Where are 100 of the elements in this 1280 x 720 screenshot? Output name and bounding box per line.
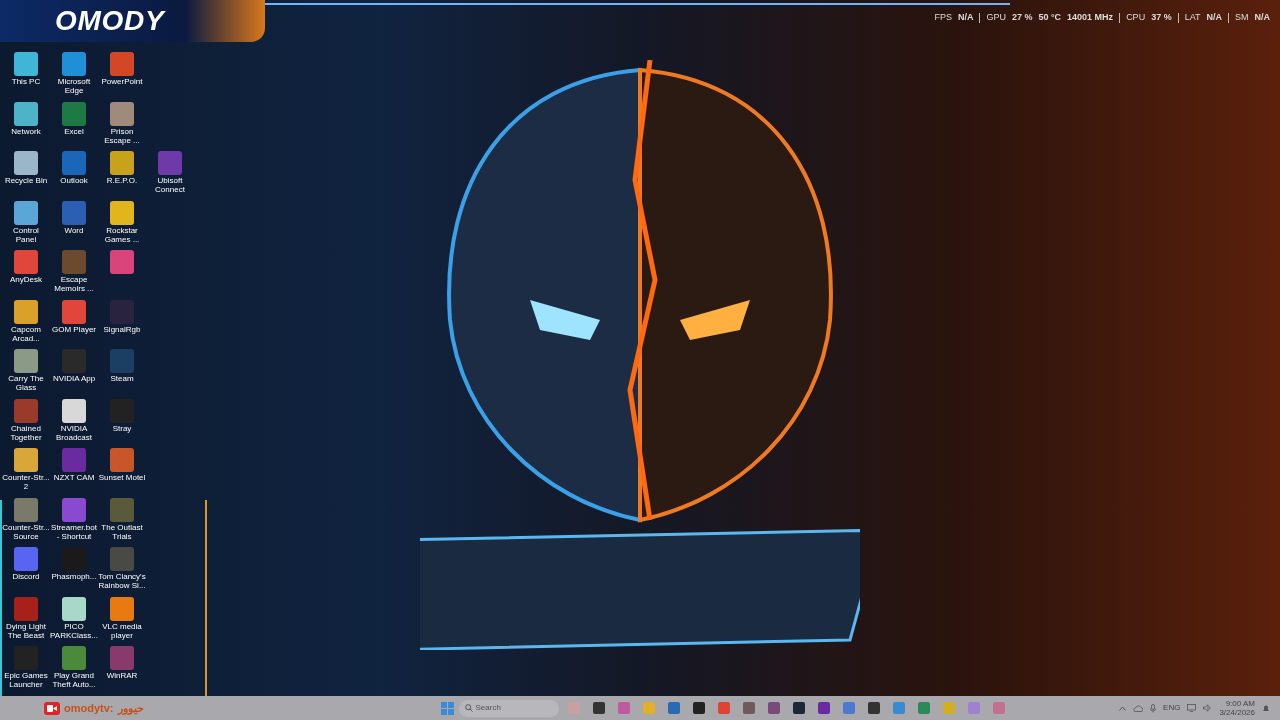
chat-text: حيوور: [117, 700, 144, 717]
shortcut-label: Outlook: [59, 176, 89, 185]
shortcut-label: Counter-Str... 2: [2, 473, 50, 491]
desktop-shortcut[interactable]: NVIDIA Broadcast: [50, 396, 98, 446]
search-field[interactable]: Search: [458, 699, 559, 717]
desktop-shortcut[interactable]: Outlook: [50, 149, 98, 199]
shortcut-label: Stray: [111, 423, 133, 433]
desktop-shortcut[interactable]: Prison Escape ...: [98, 99, 146, 149]
desktop-shortcut[interactable]: Recycle Bin: [2, 149, 50, 199]
desktop-shortcut[interactable]: Steam: [98, 347, 146, 397]
stat-value: 27 %: [1011, 11, 1033, 24]
desktop-shortcut[interactable]: PICO PARKClass...: [50, 594, 98, 644]
shortcut-label: Prison Escape ...: [103, 126, 141, 145]
taskbar-app-icon[interactable]: [592, 702, 605, 714]
shortcut-label: NVIDIA App: [51, 374, 97, 383]
desktop-shortcut[interactable]: Discord: [2, 545, 50, 595]
shortcut-label: Word: [63, 225, 85, 235]
desktop-shortcut[interactable]: R.E.P.O.: [98, 149, 146, 199]
desktop-shortcut[interactable]: Chained Together: [2, 396, 50, 446]
taskbar-app-icon[interactable]: [767, 702, 780, 714]
stat-value: N/A: [1254, 11, 1270, 24]
chevron-up-icon[interactable]: [1119, 705, 1127, 711]
shortcut-label: Counter-Str... Source: [2, 522, 50, 541]
shortcut-label: Carry The Glass: [7, 374, 45, 392]
cloud-icon[interactable]: [1133, 704, 1144, 712]
shortcut-label: Escape Memoirs ...: [53, 275, 95, 293]
desktop-shortcut[interactable]: Excel: [50, 99, 98, 149]
search-input[interactable]: Search: [475, 702, 536, 714]
taskbar-app-icon[interactable]: [792, 702, 805, 714]
shortcut-label: Streamer.bot - Shortcut: [50, 522, 98, 541]
shortcut-label: SignalRgb: [102, 324, 142, 334]
desktop-shortcut[interactable]: Microsoft Edge: [50, 50, 98, 100]
shortcut-label: PowerPoint: [100, 77, 144, 86]
desktop-shortcut[interactable]: Play Grand Theft Auto...: [50, 644, 98, 694]
desktop-shortcut[interactable]: NZXT CAM: [50, 446, 98, 496]
shortcut-label: PICO PARKClass...: [50, 621, 98, 640]
shortcut-label: Chained Together: [9, 423, 43, 442]
shortcut-label: Steam: [109, 374, 135, 383]
search-icon: [464, 704, 473, 712]
shortcut-label: The Outlast Trials: [100, 522, 144, 541]
desktop-shortcut[interactable]: Network: [2, 99, 50, 149]
stat-value: 14001 MHz: [1067, 11, 1114, 24]
desktop-shortcut[interactable]: The Outlast Trials: [98, 495, 146, 545]
desktop-shortcut[interactable]: Phasmoph...: [50, 545, 98, 595]
desktop-shortcut[interactable]: Capcom Arcad...: [2, 297, 50, 347]
microphone-icon[interactable]: [1150, 703, 1157, 713]
shortcut-label: NZXT CAM: [52, 473, 96, 482]
shortcut-label: Dying Light The Beast: [5, 621, 47, 640]
shortcut-label: Epic Games Launcher: [3, 671, 49, 689]
desktop-shortcut[interactable]: SignalRgb: [98, 297, 146, 347]
shortcut-label: Capcom Arcad...: [10, 324, 42, 343]
shortcut-label: NVIDIA Broadcast: [55, 423, 93, 442]
shortcut-label: Control Panel: [12, 225, 40, 244]
clock-date: 3/24/2026: [1219, 708, 1255, 717]
desktop-shortcut[interactable]: Carry The Glass: [2, 347, 50, 397]
shortcut-label: Recycle Bin: [3, 176, 49, 185]
stat-value: 37 %: [1151, 11, 1172, 24]
desktop-shortcut[interactable]: Ubisoft Connect: [146, 149, 194, 199]
clock[interactable]: 9:00 AM 3/24/2026: [1219, 699, 1255, 717]
desktop-shortcut[interactable]: Word: [50, 198, 98, 248]
bell-icon[interactable]: [1262, 703, 1270, 713]
desktop-shortcut[interactable]: Streamer.bot - Shortcut: [50, 495, 98, 545]
shortcut-label: Phasmoph...: [50, 572, 98, 581]
desktop-shortcut[interactable]: Dying Light The Beast: [2, 594, 50, 644]
camera-icon: [44, 701, 60, 715]
desktop-shortcut[interactable]: PowerPoint: [98, 50, 146, 100]
desktop-shortcut[interactable]: NVIDIA App: [50, 347, 98, 397]
desktop-shortcut[interactable]: WinRAR: [98, 644, 146, 694]
shortcut-label: R.E.P.O.: [105, 176, 139, 185]
start-icon[interactable]: [440, 701, 454, 715]
shortcut-label: Rockstar Games ...: [103, 225, 141, 244]
shortcut-label: Play Grand Theft Auto...: [51, 671, 97, 689]
desktop-shortcut[interactable]: Counter-Str... 2: [2, 446, 50, 496]
shortcut-label: AnyDesk: [9, 275, 43, 284]
shortcut-label: This PC: [10, 77, 42, 86]
taskbar-app-icon[interactable]: [867, 702, 880, 714]
stat-value: N/A: [1206, 11, 1222, 24]
taskbar-app-icon[interactable]: [692, 702, 705, 714]
desktop-shortcut[interactable]: Escape Memoirs ...: [50, 248, 98, 298]
desktop-shortcut[interactable]: Control Panel: [2, 198, 50, 248]
desktop-shortcut[interactable]: GOM Player: [50, 297, 98, 347]
stat-label: CPU: [1126, 11, 1146, 24]
logo-text: OMODY: [55, 4, 165, 38]
desktop-shortcut[interactable]: Sunset Motel: [98, 446, 146, 496]
speaker-icon[interactable]: [1203, 704, 1213, 712]
desktop-shortcut[interactable]: This PC: [2, 50, 50, 100]
desktop-shortcut[interactable]: Rockstar Games ...: [98, 198, 146, 248]
stat-label: SM: [1235, 11, 1249, 24]
shortcut-label: Network: [10, 126, 42, 136]
desktop-shortcut[interactable]: Epic Games Launcher: [2, 644, 50, 694]
desktop-shortcut[interactable]: Stray: [98, 396, 146, 446]
language-indicator[interactable]: ENG: [1163, 702, 1181, 714]
taskbar-app-icon[interactable]: [817, 702, 830, 714]
monitor-icon[interactable]: [1187, 704, 1197, 712]
clock-time: 9:00 AM: [1225, 699, 1255, 708]
desktop-shortcut[interactable]: Counter-Str... Source: [2, 495, 50, 545]
desktop-shortcut[interactable]: Tom Clancy's Rainbow Si...: [98, 545, 146, 595]
shortcut-label: Excel: [63, 126, 85, 136]
desktop-shortcut[interactable]: AnyDesk: [2, 248, 50, 298]
desktop-shortcut[interactable]: VLC media player: [98, 594, 146, 644]
